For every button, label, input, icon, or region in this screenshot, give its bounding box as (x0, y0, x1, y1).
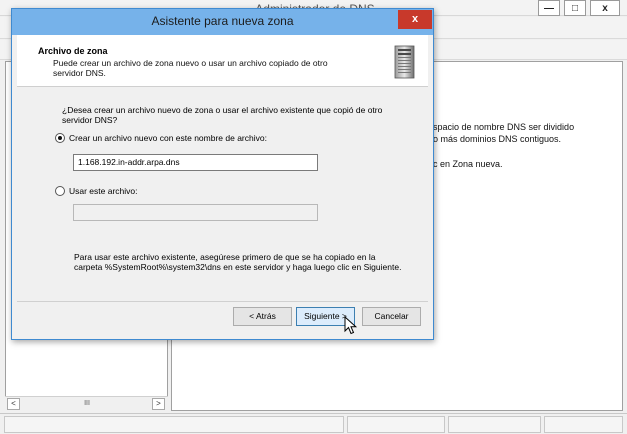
back-button[interactable]: < Atrás (233, 307, 292, 326)
mouse-pointer-icon (344, 316, 358, 335)
close-button[interactable]: x (590, 0, 620, 16)
zone-file-question: ¿Desea crear un archivo nuevo de zona o … (62, 105, 383, 125)
dialog-content: Archivo de zona Puede crear un archivo d… (17, 35, 428, 335)
button-separator (17, 301, 428, 302)
details-text-line-3: c en Zona nueva. (433, 159, 503, 169)
details-text-line-2: o más dominios DNS contiguos. (433, 134, 562, 144)
create-new-file-label: Crear un archivo nuevo con este nombre d… (69, 133, 267, 143)
status-bar (0, 413, 627, 434)
use-existing-file-radio[interactable] (55, 186, 65, 196)
wizard-body: ¿Desea crear un archivo nuevo de zona o … (17, 88, 428, 298)
existing-file-name-input[interactable] (73, 204, 318, 221)
use-existing-file-label: Usar este archivo: (69, 186, 138, 196)
dialog-title: Asistente para nueva zona (151, 14, 294, 28)
cancel-button[interactable]: Cancelar (362, 307, 421, 326)
wizard-step-title: Archivo de zona (38, 46, 108, 56)
use-existing-file-option[interactable]: Usar este archivo: (55, 186, 138, 196)
minimize-button[interactable]: — (538, 0, 560, 16)
dialog-title-bar[interactable]: Asistente para nueva zona x (12, 9, 433, 35)
create-new-file-radio[interactable] (55, 133, 65, 143)
wizard-step-description: Puede crear un archivo de zona nuevo o u… (53, 58, 328, 78)
status-cell-1 (4, 416, 344, 433)
existing-file-note: Para usar este archivo existente, asegúr… (74, 252, 402, 272)
status-cell-3 (448, 416, 541, 433)
dialog-close-button[interactable]: x (398, 10, 432, 29)
new-zone-wizard-dialog: Asistente para nueva zona x Archivo de z… (11, 8, 434, 340)
horizontal-scrollbar[interactable]: < III > (5, 396, 168, 411)
new-file-name-input[interactable]: 1.168.192.in-addr.arpa.dns (73, 154, 318, 171)
wizard-header: Archivo de zona Puede crear un archivo d… (17, 35, 428, 87)
details-text-line-1: spacio de nombre DNS ser dividido (433, 122, 575, 132)
scroll-right-arrow[interactable]: > (152, 398, 165, 410)
maximize-button[interactable]: □ (564, 0, 586, 16)
create-new-file-option[interactable]: Crear un archivo nuevo con este nombre d… (55, 133, 267, 143)
scroll-thumb[interactable]: III (27, 399, 147, 409)
scroll-left-arrow[interactable]: < (7, 398, 20, 410)
server-icon (394, 45, 415, 79)
status-cell-4 (544, 416, 623, 433)
status-cell-2 (347, 416, 445, 433)
